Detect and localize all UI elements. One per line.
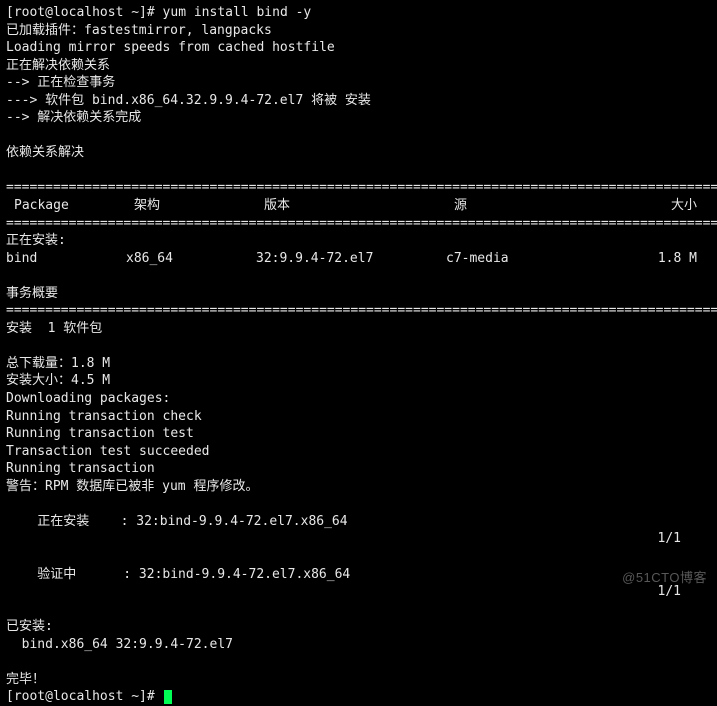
output-line: 依赖关系解决 xyxy=(6,144,711,162)
output-done: 完毕！ xyxy=(6,671,711,689)
rule-mid: ========================================… xyxy=(6,215,711,233)
blank-line xyxy=(6,653,711,671)
cell-package: bind xyxy=(6,250,126,268)
blank-line xyxy=(6,127,711,145)
cell-size: 1.8 M xyxy=(616,250,711,268)
output-line: 已加载插件：fastestmirror, langpacks xyxy=(6,22,711,40)
output-line: Running transaction xyxy=(6,460,711,478)
col-package: Package xyxy=(6,197,134,215)
col-version: 版本 xyxy=(264,197,454,215)
output-line: 总下载量：1.8 M xyxy=(6,355,711,373)
col-repo: 源 xyxy=(454,197,624,215)
output-line: Running transaction check xyxy=(6,408,711,426)
output-line: Loading mirror speeds from cached hostfi… xyxy=(6,39,711,57)
step-progress: 1/1 xyxy=(658,530,711,548)
section-installed: 已安装: xyxy=(6,618,711,636)
section-installing: 正在安装: xyxy=(6,232,711,250)
cell-arch: x86_64 xyxy=(126,250,256,268)
installed-pkg: bind.x86_64 32:9.9.4-72.el7 xyxy=(6,636,711,654)
col-size: 大小 xyxy=(624,197,711,215)
cursor-icon xyxy=(164,690,172,704)
output-line: Transaction test succeeded xyxy=(6,443,711,461)
output-warning: 警告：RPM 数据库已被非 yum 程序修改。 xyxy=(6,478,711,496)
prompt-line-1: [root@localhost ~]# yum install bind -y xyxy=(6,4,711,22)
output-line: --> 正在检查事务 xyxy=(6,74,711,92)
output-line: --> 解决依赖关系完成 xyxy=(6,109,711,127)
output-line: 事务概要 xyxy=(6,285,711,303)
blank-line xyxy=(6,337,711,355)
watermark: @51CTO博客 xyxy=(622,569,707,587)
step-install-line: 正在安装 : 32:bind-9.9.4-72.el7.x86_64 1/1 xyxy=(6,495,711,548)
col-arch: 架构 xyxy=(134,197,264,215)
output-line: Downloading packages: xyxy=(6,390,711,408)
prompt-line-2[interactable]: [root@localhost ~]# xyxy=(6,688,711,706)
table-row: bind x86_64 32:9.9.4-72.el7 c7-media 1.8… xyxy=(6,250,711,268)
blank-line xyxy=(6,601,711,619)
cell-repo: c7-media xyxy=(446,250,616,268)
output-line: 安装大小：4.5 M xyxy=(6,372,711,390)
step-verify-text: 验证中 : 32:bind-9.9.4-72.el7.x86_64 xyxy=(22,567,351,582)
shell-prompt: [root@localhost ~]# xyxy=(6,689,163,704)
step-install-text: 正在安装 : 32:bind-9.9.4-72.el7.x86_64 xyxy=(22,514,348,529)
typed-command: yum install bind -y xyxy=(163,5,312,20)
cell-version: 32:9.9.4-72.el7 xyxy=(256,250,446,268)
blank-line xyxy=(6,267,711,285)
output-line: 正在解决依赖关系 xyxy=(6,57,711,75)
rule-bottom: ========================================… xyxy=(6,302,711,320)
output-line: 安装 1 软件包 xyxy=(6,320,711,338)
output-line: ---> 软件包 bind.x86_64.32.9.9.4-72.el7 将被 … xyxy=(6,92,711,110)
blank-line xyxy=(6,162,711,180)
rule-top: ========================================… xyxy=(6,179,711,197)
table-header: Package 架构 版本 源 大小 xyxy=(6,197,711,215)
output-line: Running transaction test xyxy=(6,425,711,443)
shell-prompt: [root@localhost ~]# xyxy=(6,5,163,20)
